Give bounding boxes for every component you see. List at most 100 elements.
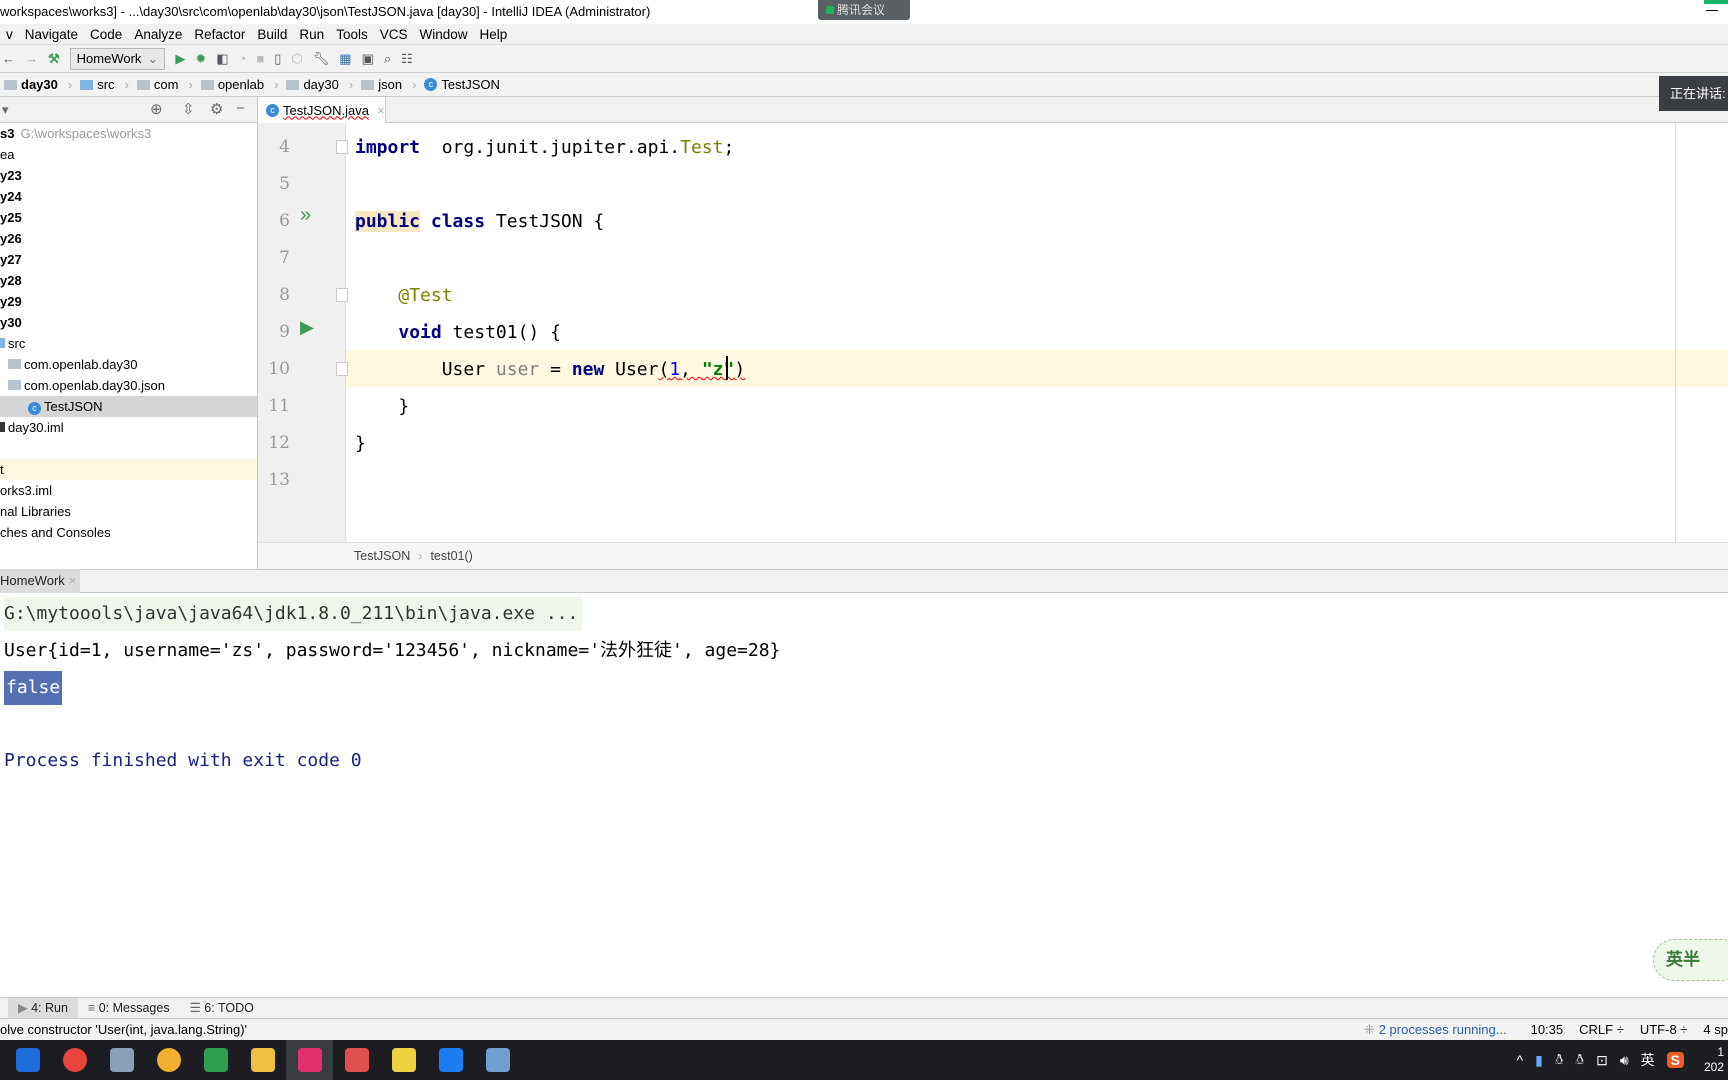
tree-item[interactable]: orks3.iml [0, 480, 257, 501]
tree-item[interactable]: com.openlab.day30 [0, 354, 257, 375]
nav-crumb[interactable]: day30 › [282, 77, 357, 92]
fold-marker-icon[interactable] [336, 140, 348, 154]
profile-icon[interactable]: ◔ [239, 51, 247, 66]
qq-icon[interactable]: 🐧︎ [1575, 1051, 1584, 1070]
taskbar-app-yellow[interactable] [145, 1040, 192, 1080]
line-separator[interactable]: CRLF ÷ [1579, 1019, 1624, 1041]
volume-icon[interactable]: 🔊︎ [1620, 1052, 1629, 1069]
nav-crumb[interactable]: day30 › [0, 77, 76, 92]
crumb-class[interactable]: TestJSON [354, 549, 410, 563]
run-icon[interactable]: ▶ [175, 51, 185, 67]
fold-marker-icon[interactable] [336, 288, 348, 302]
code-line[interactable]: void test01() { [355, 314, 561, 351]
attach-icon[interactable]: ⬡ [291, 51, 302, 67]
tree-item[interactable]: y27 [0, 249, 257, 270]
code-line[interactable]: User user = new User(1, "z") [355, 351, 746, 388]
hide-icon[interactable]: − [236, 100, 245, 117]
code-line[interactable]: import org.junit.jupiter.api.Test; [355, 129, 734, 166]
coverage-icon[interactable]: ◧ [216, 51, 228, 67]
processes-indicator[interactable]: ⁜ 2 processes running... [1364, 1019, 1506, 1041]
network-icon[interactable]: ⊡ [1596, 1052, 1608, 1069]
taskbar-edge[interactable] [4, 1040, 51, 1080]
menu-item-code[interactable]: Code [84, 24, 128, 44]
tree-item[interactable] [0, 438, 257, 459]
input-language[interactable]: 英 [1641, 1050, 1655, 1070]
tree-item[interactable]: com.openlab.day30.json [0, 375, 257, 396]
tree-item[interactable]: y24 [0, 186, 257, 207]
tree-item[interactable]: y30 [0, 312, 257, 333]
taskbar-monitor[interactable] [98, 1040, 145, 1080]
menu-item-refactor[interactable]: Refactor [188, 24, 251, 44]
menu-item-navigate[interactable]: Navigate [19, 24, 84, 44]
clock[interactable]: 1 202 [1696, 1045, 1724, 1075]
fold-marker-icon[interactable] [336, 362, 348, 376]
file-encoding[interactable]: UTF-8 ÷ [1640, 1019, 1688, 1041]
nav-crumb[interactable]: src › [76, 77, 133, 92]
collapse-icon[interactable]: ⇳ [182, 100, 195, 118]
taskbar-file-explorer[interactable] [239, 1040, 286, 1080]
project-structure-icon[interactable]: ▦ [339, 51, 351, 67]
tree-item[interactable]: s3 G:\workspaces\works3 [0, 123, 257, 144]
tab-messages[interactable]: ≡ 0: Messages [78, 998, 180, 1018]
search-icon[interactable]: ⌕ [384, 51, 391, 67]
tree-item[interactable]: nal Libraries [0, 501, 257, 522]
tree-item[interactable]: src [0, 333, 257, 354]
taskbar-meeting[interactable] [427, 1040, 474, 1080]
code-line[interactable]: @Test [355, 277, 452, 314]
indent-setting[interactable]: 4 sp [1703, 1019, 1728, 1041]
settings-wrench-icon[interactable]: 🔧︎ [313, 51, 330, 67]
tree-item[interactable]: y25 [0, 207, 257, 228]
nav-crumb[interactable]: c TestJSON [420, 77, 504, 92]
tab-run[interactable]: ▶ 4: Run [8, 998, 78, 1018]
tencent-meeting-badge[interactable]: 腾讯会议 [818, 0, 910, 20]
taskbar-intellij[interactable] [286, 1040, 333, 1080]
code-line[interactable]: public class TestJSON { [355, 203, 604, 240]
taskbar-paint[interactable] [474, 1040, 521, 1080]
taskbar-chrome[interactable] [51, 1040, 98, 1080]
tree-item[interactable]: y28 [0, 270, 257, 291]
forward-icon[interactable]: → [25, 51, 38, 66]
menu-item-vcs[interactable]: VCS [374, 24, 414, 44]
tree-item[interactable]: ches and Consoles [0, 522, 257, 543]
nav-crumb[interactable]: openlab › [197, 77, 283, 92]
menu-item-help[interactable]: Help [473, 24, 513, 44]
tab-todo[interactable]: ☰ 6: TODO [180, 998, 264, 1018]
tree-item[interactable]: y26 [0, 228, 257, 249]
tree-item[interactable]: y29 [0, 291, 257, 312]
back-icon[interactable]: ← [2, 51, 15, 66]
device-icon[interactable]: ▯ [274, 51, 281, 67]
dropdown-icon[interactable]: ▾ [2, 102, 9, 118]
locate-icon[interactable]: ⊕ [150, 100, 163, 118]
sogou-icon[interactable]: S [1666, 1052, 1684, 1068]
menu-item-build[interactable]: Build [251, 24, 293, 44]
terminal-icon[interactable]: ▣ [362, 51, 374, 67]
menu-item-window[interactable]: Window [413, 24, 473, 44]
run-config-select[interactable]: HomeWork ⌄ [69, 47, 166, 70]
minimize-icon[interactable] [1706, 10, 1718, 11]
tab-testjson-java[interactable]: c TestJSON.java × [258, 97, 386, 123]
tray-expand-icon[interactable]: ^ [1517, 1052, 1524, 1068]
code-line[interactable]: } [355, 388, 409, 425]
tree-item[interactable]: y23 [0, 165, 257, 186]
run-tab-homework[interactable]: HomeWork × [0, 569, 80, 593]
menu-item-tools[interactable]: Tools [330, 24, 374, 44]
tray-app-icon[interactable]: ▮ [1535, 1052, 1543, 1069]
run-class-icon[interactable]: » [300, 204, 311, 227]
gear-icon[interactable]: ⚙ [210, 100, 223, 118]
debug-icon[interactable]: ✹ [195, 51, 206, 67]
close-icon[interactable]: × [69, 573, 77, 588]
tree-item[interactable]: c TestJSON [0, 396, 257, 417]
menu-item-v[interactable]: v [0, 24, 19, 44]
close-icon[interactable]: × [377, 103, 385, 118]
qq-icon[interactable]: 🐧︎ [1555, 1051, 1564, 1070]
run-test-icon[interactable]: ▶ [300, 317, 314, 338]
menu-item-analyze[interactable]: Analyze [128, 24, 188, 44]
tree-item[interactable]: day30.iml [0, 417, 257, 438]
tree-item[interactable]: ea [0, 144, 257, 165]
nav-crumb[interactable]: com › [133, 77, 197, 92]
taskbar-notes[interactable] [333, 1040, 380, 1080]
stop-icon[interactable]: ■ [256, 51, 264, 66]
taskbar-vnc[interactable] [192, 1040, 239, 1080]
menu-item-run[interactable]: Run [293, 24, 330, 44]
sdk-icon[interactable]: ☷ [401, 51, 413, 67]
